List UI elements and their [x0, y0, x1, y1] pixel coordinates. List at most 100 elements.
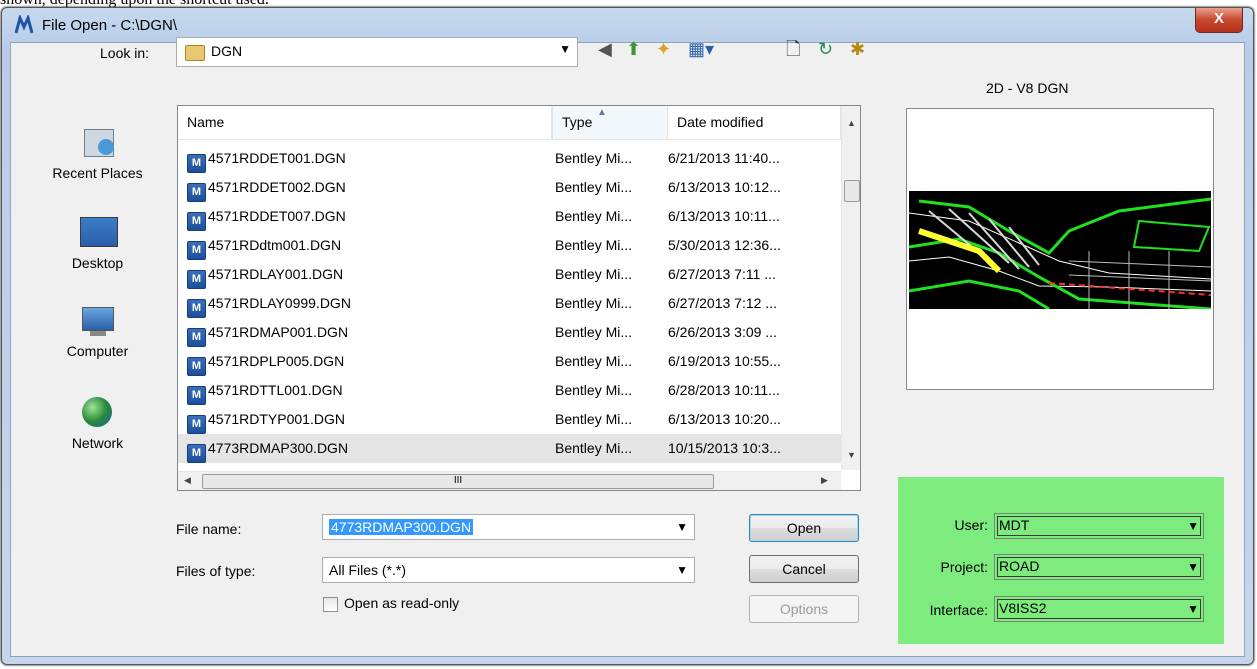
- file-row[interactable]: M 4571RDDET007.DGN Bentley Mi... 6/13/2013 …: [178, 202, 841, 231]
- options-button[interactable]: Options: [749, 595, 859, 623]
- look-in-value: DGN: [211, 43, 243, 59]
- folder-icon: [185, 45, 205, 61]
- read-only-checkbox[interactable]: [323, 597, 338, 612]
- file-name-text: 4773RDMAP300.DGN: [208, 440, 349, 456]
- up-folder-icon[interactable]: ⬆: [626, 38, 641, 60]
- look-in-label: Look in:: [100, 45, 150, 61]
- file-name-cell: M 4571RDLAY0999.DGN: [187, 289, 552, 318]
- file-row[interactable]: M 4571RDDET002.DGN Bentley Mi... 6/13/2013 …: [178, 173, 841, 202]
- chevron-down-icon: ▼: [1187, 602, 1199, 616]
- scroll-grip: III: [453, 475, 463, 486]
- views-menu-icon[interactable]: ▦▾: [688, 38, 714, 60]
- file-row[interactable]: M 4571RDDET001.DGN Bentley Mi... 6/21/2013 …: [178, 144, 841, 173]
- place-network[interactable]: Network: [40, 395, 155, 451]
- place-recent-places[interactable]: Recent Places: [40, 125, 155, 181]
- dgn-file-icon: M: [187, 154, 206, 173]
- open-button[interactable]: Open: [749, 514, 859, 542]
- horizontal-scrollbar[interactable]: ◀ III ▶: [178, 471, 841, 490]
- file-date-cell: 6/27/2013 7:11 ...: [668, 266, 776, 282]
- file-name-text: 4571RDLAY0999.DGN: [208, 295, 351, 311]
- file-name-text: 4571RDTYP001.DGN: [208, 411, 345, 427]
- vertical-scrollbar[interactable]: ▲ ▼: [841, 106, 860, 470]
- file-row[interactable]: M 4571RDdtm001.DGN Bentley Mi... 5/30/2013 …: [178, 231, 841, 260]
- file-name-cell: M 4571RDdtm001.DGN: [187, 231, 552, 260]
- dgn-file-icon: M: [187, 183, 206, 202]
- chevron-down-icon: ▼: [676, 563, 688, 577]
- file-row[interactable]: M 4571RDLAY001.DGN Bentley Mi... 6/27/2013 …: [178, 260, 841, 289]
- file-row[interactable]: M 4571RDPLP005.DGN Bentley Mi... 6/19/2013 …: [178, 347, 841, 376]
- file-date-cell: 6/19/2013 10:55...: [668, 353, 781, 369]
- file-name-cell: M 4571RDLAY001.DGN: [187, 260, 552, 289]
- workspace-icon[interactable]: ✱: [850, 38, 865, 60]
- dgn-file-icon: M: [187, 415, 206, 434]
- file-type-value: All Files (*.*): [329, 562, 407, 578]
- refresh-icon[interactable]: ↻: [818, 38, 833, 60]
- preview-title: 2D - V8 DGN: [986, 80, 1069, 96]
- column-header-date[interactable]: Date modified: [668, 106, 841, 139]
- sort-ascending-icon: ▲: [597, 107, 607, 118]
- file-row[interactable]: M 4571RDTYP001.DGN Bentley Mi... 6/13/2013 …: [178, 405, 841, 434]
- file-date-cell: 6/27/2013 7:12 ...: [668, 295, 777, 311]
- file-name-text: 4571RDdtm001.DGN: [208, 237, 342, 253]
- column-header-type[interactable]: Type ▲: [552, 106, 668, 139]
- read-only-label: Open as read-only: [344, 595, 460, 611]
- file-date-cell: 6/28/2013 10:11...: [668, 382, 780, 398]
- file-row[interactable]: M 4571RDMAP001.DGN Bentley Mi... 6/26/2013 …: [178, 318, 841, 347]
- dgn-file-icon: M: [187, 328, 206, 347]
- file-type-dropdown[interactable]: All Files (*.*) ▼: [322, 557, 695, 583]
- new-file-icon[interactable]: 🗋: [786, 38, 800, 60]
- file-date-cell: 10/15/2013 10:3...: [668, 440, 781, 456]
- file-type-label: Files of type:: [176, 563, 256, 579]
- file-type-cell: Bentley Mi...: [555, 150, 633, 166]
- file-date-cell: 5/30/2013 12:36...: [668, 237, 781, 253]
- dgn-file-icon: M: [187, 212, 206, 231]
- look-in-dropdown[interactable]: DGN ▼: [176, 37, 578, 67]
- scroll-up-icon[interactable]: ▲: [847, 118, 856, 128]
- file-name-value: 4773RDMAP300.DGN: [329, 519, 474, 535]
- dgn-file-icon: M: [187, 386, 206, 405]
- file-list[interactable]: Name Type ▲ Date modified M 4571RDDET001.…: [177, 105, 861, 491]
- scroll-left-icon[interactable]: ◀: [184, 475, 191, 486]
- scroll-right-icon[interactable]: ▶: [821, 475, 828, 486]
- user-value: MDT: [999, 517, 1030, 533]
- file-name-label: File name:: [176, 521, 242, 537]
- horizontal-scroll-thumb[interactable]: III: [202, 474, 714, 489]
- scroll-down-icon[interactable]: ▼: [847, 450, 856, 460]
- list-header: Name Type ▲ Date modified: [178, 106, 841, 140]
- project-value: ROAD: [999, 558, 1040, 574]
- file-type-cell: Bentley Mi...: [555, 295, 633, 311]
- user-dropdown[interactable]: MDT ▼: [994, 513, 1204, 539]
- file-name-input[interactable]: 4773RDMAP300.DGN ▼: [322, 514, 695, 540]
- column-header-type-label: Type: [562, 114, 593, 130]
- file-row[interactable]: M 4571RDTTL001.DGN Bentley Mi... 6/28/2013 …: [178, 376, 841, 405]
- file-name-cell: M 4571RDMAP001.DGN: [187, 318, 552, 347]
- chevron-down-icon[interactable]: ▼: [676, 515, 688, 539]
- file-type-cell: Bentley Mi...: [555, 237, 633, 253]
- dgn-file-icon: M: [187, 357, 206, 376]
- cancel-button[interactable]: Cancel: [749, 555, 859, 583]
- computer-icon: [78, 303, 118, 339]
- file-type-cell: Bentley Mi...: [555, 440, 633, 456]
- place-desktop[interactable]: Desktop: [40, 215, 155, 271]
- dgn-preview-thumbnail: [909, 191, 1211, 309]
- vertical-scroll-thumb[interactable]: [844, 180, 860, 202]
- column-header-name[interactable]: Name: [178, 106, 552, 139]
- file-type-cell: Bentley Mi...: [555, 382, 633, 398]
- user-label: User:: [954, 517, 988, 533]
- dgn-file-icon: M: [187, 241, 206, 260]
- file-date-cell: 6/13/2013 10:11...: [668, 208, 780, 224]
- file-name-text: 4571RDDET002.DGN: [208, 179, 346, 195]
- file-row[interactable]: M 4773RDMAP300.DGN Bentley Mi... 10/15/2013…: [178, 434, 841, 463]
- network-globe-icon: [78, 395, 118, 431]
- place-computer[interactable]: Computer: [40, 303, 155, 359]
- close-button[interactable]: X: [1195, 8, 1243, 33]
- file-date-cell: 6/21/2013 11:40...: [668, 150, 780, 166]
- dgn-file-icon: M: [187, 270, 206, 289]
- file-date-cell: 6/26/2013 3:09 ...: [668, 324, 777, 340]
- new-folder-icon[interactable]: ✦: [656, 38, 671, 60]
- interface-dropdown[interactable]: V8ISS2 ▼: [994, 596, 1204, 622]
- project-dropdown[interactable]: ROAD ▼: [994, 554, 1204, 580]
- chevron-down-icon: ▼: [1187, 519, 1199, 533]
- file-row[interactable]: M 4571RDLAY0999.DGN Bentley Mi... 6/27/2013…: [178, 289, 841, 318]
- back-icon[interactable]: ◀: [598, 38, 612, 60]
